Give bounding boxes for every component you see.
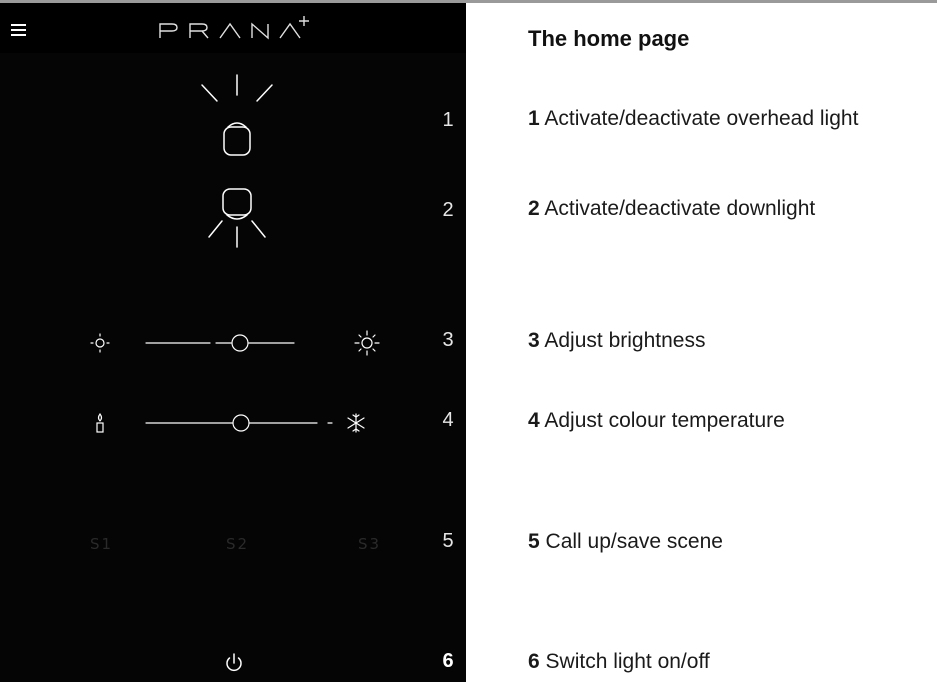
desc-item-6: 6 Switch light on/off	[528, 647, 928, 677]
desc-number: 4	[528, 409, 540, 432]
desc-text: Activate/deactivate downlight	[544, 197, 816, 220]
desc-item-1: 1 Activate/deactivate overhead light	[528, 104, 928, 134]
desc-item-3: 3 Adjust brightness	[528, 326, 928, 356]
power-icon[interactable]	[222, 651, 246, 675]
label-4: 4	[442, 409, 454, 431]
scene-button-s3[interactable]: S3	[358, 535, 381, 553]
page-heading: The home page	[528, 26, 690, 51]
desc-text: Switch light on/off	[545, 650, 710, 673]
scene-button-s2[interactable]: S2	[226, 535, 249, 553]
overhead-light-icon[interactable]	[192, 69, 282, 164]
desc-text: Adjust brightness	[544, 329, 706, 352]
label-1: 1	[442, 109, 454, 131]
desc-text: Activate/deactivate overhead light	[544, 107, 859, 130]
desc-number: 2	[528, 197, 540, 220]
desc-item-5: 5 Call up/save scene	[528, 527, 928, 557]
brightness-slider[interactable]	[80, 323, 420, 363]
brand-logo-svg	[159, 16, 309, 40]
desc-text: Call up/save scene	[545, 530, 723, 553]
desc-item-4: 4 Adjust colour temperature	[528, 406, 928, 436]
phone-screen: 1 2 3 4 S1 S2 S3 5 6	[0, 3, 466, 682]
desc-item-2: 2 Activate/deactivate downlight	[528, 194, 928, 224]
label-2: 2	[442, 199, 454, 221]
label-3: 3	[442, 329, 454, 351]
desc-number: 6	[528, 650, 540, 673]
colour-temperature-slider[interactable]	[80, 403, 420, 443]
hamburger-icon[interactable]	[11, 24, 26, 36]
desc-text: Adjust colour temperature	[544, 409, 785, 432]
scene-button-s1[interactable]: S1	[90, 535, 113, 553]
label-6: 6	[442, 650, 454, 672]
desc-number: 3	[528, 329, 540, 352]
desc-number: 5	[528, 530, 540, 553]
desc-number: 1	[528, 107, 540, 130]
app-header	[0, 3, 466, 53]
label-5: 5	[442, 530, 454, 552]
downlight-icon[interactable]	[192, 181, 282, 276]
brand-logo	[158, 16, 328, 47]
